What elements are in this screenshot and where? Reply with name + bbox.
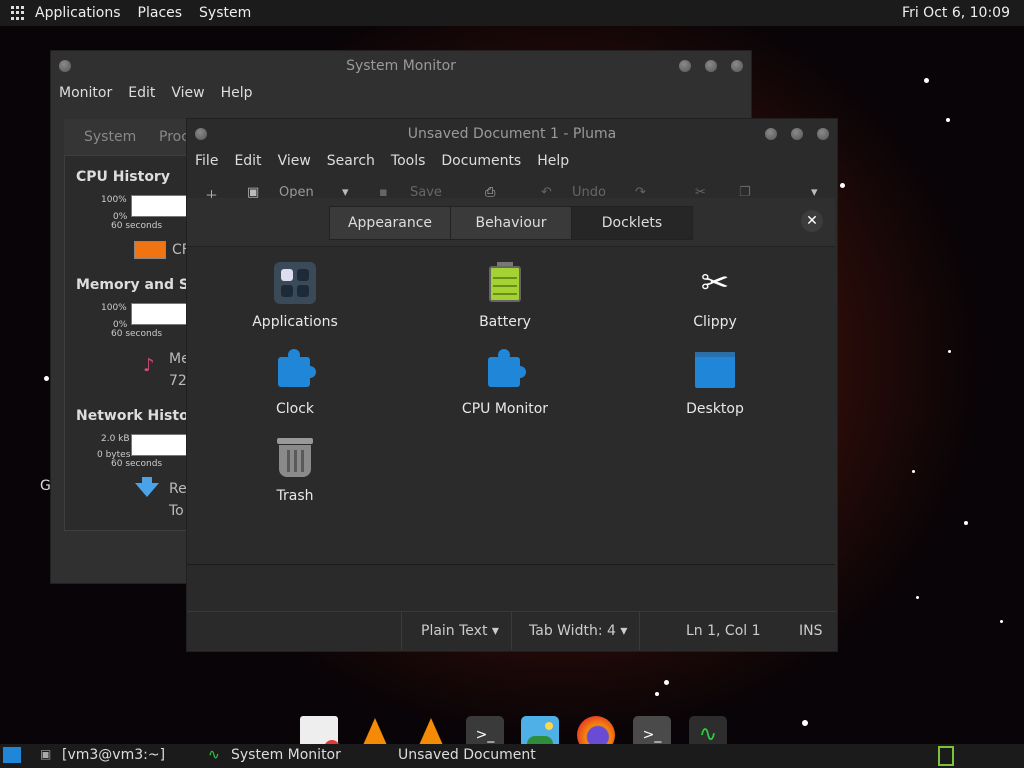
document-area[interactable] <box>187 565 835 611</box>
insert-mode: INS <box>799 623 823 639</box>
desktop-icon <box>694 349 736 391</box>
maximize-button[interactable] <box>791 128 803 140</box>
applications-icon <box>274 262 316 304</box>
receiving-arrow-stem <box>142 477 152 485</box>
pluma-menu-edit[interactable]: Edit <box>234 153 261 169</box>
sysmon-task[interactable]: System Monitor <box>231 747 341 763</box>
tab-behaviour[interactable]: Behaviour <box>450 206 572 240</box>
bottom-panel: ▣ [vm3@vm3:~] ∿ System Monitor Unsaved D… <box>0 744 1024 768</box>
desktop-letter: G <box>40 478 51 494</box>
memory-pie-icon: ♪ <box>143 355 155 376</box>
language-value: Plain Text <box>421 623 488 639</box>
apps-grid-icon[interactable] <box>11 6 25 20</box>
docklet-desktop[interactable]: Desktop <box>635 349 795 417</box>
docklet-desktop-label: Desktop <box>686 401 744 417</box>
pluma-menu-search[interactable]: Search <box>327 153 375 169</box>
docklet-battery[interactable]: Battery <box>425 262 585 330</box>
cpu-color-swatch[interactable] <box>134 241 166 259</box>
battery-icon <box>484 262 526 304</box>
total-label: To <box>169 503 184 519</box>
docklet-applications-label: Applications <box>252 314 338 330</box>
sysmon-task-icon: ∿ <box>208 747 220 763</box>
pluma-menu-help[interactable]: Help <box>537 153 569 169</box>
docklet-clippy-label: Clippy <box>693 314 737 330</box>
language-dropdown-icon: ▾ <box>491 623 499 639</box>
docklet-clock-label: Clock <box>275 401 315 417</box>
workspace-switcher-icon[interactable] <box>938 746 954 766</box>
receiving-label: Re <box>169 481 187 497</box>
puzzle-icon <box>484 349 526 391</box>
dock-preferences-dialog: Appearance Behaviour Docklets ✕ Applicat… <box>187 198 835 565</box>
cursor-position: Ln 1, Col 1 <box>686 623 761 639</box>
sysmon-title: System Monitor <box>346 58 456 74</box>
tab-width-value: Tab Width: 4 <box>529 623 616 639</box>
tab-processes[interactable]: Proc <box>159 129 189 145</box>
pluma-menubar: File Edit View Search Tools Documents He… <box>187 149 837 173</box>
docklet-applications[interactable]: Applications <box>215 262 375 330</box>
network-graph <box>131 434 189 456</box>
pluma-menu-tools[interactable]: Tools <box>391 153 426 169</box>
pluma-menu-file[interactable]: File <box>195 153 218 169</box>
pluma-statusbar: Plain Text ▾ Tab Width: 4 ▾ Ln 1, Col 1 … <box>187 611 837 650</box>
show-desktop-icon[interactable] <box>3 747 21 763</box>
cpu-graph <box>131 195 189 217</box>
language-selector[interactable]: Plain Text ▾ <box>421 612 499 650</box>
menu-places[interactable]: Places <box>138 5 183 21</box>
net-top-label: 2.0 kB <box>101 434 130 444</box>
sysmon-menu-monitor[interactable]: Monitor <box>59 85 112 101</box>
docklet-trash[interactable]: Trash <box>215 436 375 504</box>
preferences-tabbar: Appearance Behaviour Docklets ✕ <box>187 198 835 247</box>
window-menu-icon[interactable] <box>195 128 207 140</box>
docklet-cpu-monitor[interactable]: CPU Monitor <box>425 349 585 417</box>
cpu-history-heading: CPU History <box>76 169 170 185</box>
menu-system[interactable]: System <box>199 5 251 21</box>
cpu-seconds-label: 60 seconds <box>111 221 163 231</box>
maximize-button[interactable] <box>705 60 717 72</box>
sysmon-menu-help[interactable]: Help <box>221 85 253 101</box>
window-menu-icon[interactable] <box>59 60 71 72</box>
clock[interactable]: Fri Oct 6, 10:09 <box>902 5 1010 21</box>
memory-graph <box>131 303 189 325</box>
minimize-button[interactable] <box>679 60 691 72</box>
receiving-arrow-icon <box>135 483 159 497</box>
sysmon-menubar: Monitor Edit View Help <box>51 81 751 105</box>
pluma-menu-view[interactable]: View <box>278 153 311 169</box>
tab-docklets[interactable]: Docklets <box>571 206 693 240</box>
tab-width-dropdown-icon: ▾ <box>620 623 628 639</box>
cpu-100-label: 100% <box>101 195 127 205</box>
terminal-task-icon: ▣ <box>40 747 52 761</box>
terminal-task[interactable]: [vm3@vm3:~] <box>62 747 165 763</box>
scissors-icon: ✂ <box>700 263 730 303</box>
mem-seconds-label: 60 seconds <box>111 329 163 339</box>
docklet-cpu-monitor-label: CPU Monitor <box>461 401 549 417</box>
close-button[interactable] <box>817 128 829 140</box>
net-seconds-label: 60 seconds <box>111 459 163 469</box>
docklet-clock[interactable]: Clock <box>215 349 375 417</box>
close-button[interactable] <box>731 60 743 72</box>
tab-system[interactable]: System <box>84 129 136 145</box>
sysmon-menu-edit[interactable]: Edit <box>128 85 155 101</box>
docklet-clippy[interactable]: ✂ Clippy <box>635 262 795 330</box>
pluma-title: Unsaved Document 1 - Pluma <box>407 126 617 142</box>
pluma-titlebar[interactable]: Unsaved Document 1 - Pluma <box>187 119 837 149</box>
mem-100-label: 100% <box>101 303 127 313</box>
top-panel: Applications Places System Fri Oct 6, 10… <box>0 0 1024 26</box>
docklet-trash-label: Trash <box>276 488 314 504</box>
pluma-menu-documents[interactable]: Documents <box>441 153 521 169</box>
tab-appearance[interactable]: Appearance <box>329 206 451 240</box>
pluma-task[interactable]: Unsaved Document <box>398 747 536 763</box>
tab-width-selector[interactable]: Tab Width: 4 ▾ <box>529 612 627 650</box>
minimize-button[interactable] <box>765 128 777 140</box>
trash-icon <box>274 436 316 478</box>
docklet-battery-label: Battery <box>479 314 531 330</box>
sysmon-menu-view[interactable]: View <box>171 85 204 101</box>
menu-applications[interactable]: Applications <box>35 5 121 21</box>
close-icon[interactable]: ✕ <box>801 210 823 232</box>
sysmon-titlebar[interactable]: System Monitor <box>51 51 751 81</box>
puzzle-icon <box>274 349 316 391</box>
